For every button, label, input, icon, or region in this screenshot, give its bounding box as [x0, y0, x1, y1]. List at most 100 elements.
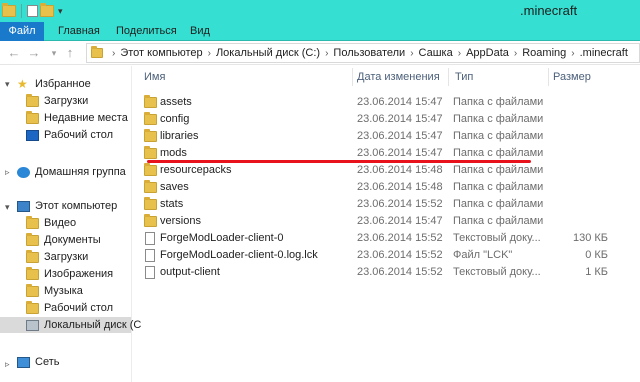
nav-pc-downloads-label: Загрузки — [44, 251, 89, 263]
folder-icon — [144, 180, 157, 193]
nav-music[interactable]: Музыка — [26, 283, 83, 299]
column-header-name[interactable]: Имя — [144, 66, 165, 88]
nav-video-label: Видео — [44, 217, 77, 229]
forward-icon[interactable]: → — [26, 45, 42, 61]
nav-pc-desktop-label: Рабочий стол — [44, 302, 114, 314]
file-size: 130 КБ — [572, 232, 608, 244]
expand-arrow-icon[interactable]: ▹ — [5, 167, 10, 178]
nav-desktop-label: Рабочий стол — [44, 129, 114, 141]
file-name: resourcepacks — [160, 164, 232, 176]
expand-arrow-icon[interactable]: ▹ — [5, 359, 10, 370]
column-divider[interactable] — [448, 68, 449, 86]
tab-home[interactable]: Главная — [58, 22, 100, 41]
file-size — [550, 162, 608, 179]
nav-video[interactable]: Видео — [26, 215, 76, 231]
chevron-right-icon[interactable]: › — [571, 48, 574, 59]
properties-icon[interactable] — [27, 5, 38, 17]
folder-icon — [144, 146, 157, 159]
file-row[interactable]: versions 23.06.2014 15:47 Папка с файлами — [140, 213, 640, 230]
recent-locations-icon[interactable]: ▾ — [46, 45, 62, 61]
breadcrumb-appdata[interactable]: AppData — [466, 47, 509, 59]
downloads-folder-icon — [26, 93, 39, 107]
nav-favorites[interactable]: ★ Избранное — [17, 76, 91, 92]
chevron-right-icon[interactable]: › — [514, 48, 517, 59]
up-icon[interactable]: ↑ — [62, 45, 78, 61]
file-size — [550, 145, 608, 162]
file-date: 23.06.2014 15:52 — [357, 266, 443, 278]
chevron-right-icon[interactable]: › — [410, 48, 413, 59]
nav-network[interactable]: Сеть — [17, 354, 59, 370]
column-header-type[interactable]: Тип — [455, 66, 473, 88]
window-title: .minecraft — [520, 3, 578, 18]
back-icon[interactable]: ← — [6, 45, 22, 61]
file-row[interactable]: saves 23.06.2014 15:48 Папка с файлами — [140, 179, 640, 196]
nav-downloads[interactable]: Загрузки — [26, 93, 88, 109]
file-type: Текстовый доку... — [453, 266, 541, 278]
chevron-right-icon[interactable]: › — [458, 48, 461, 59]
network-icon — [17, 356, 30, 368]
nav-local-disk[interactable]: Локальный диск (C — [0, 317, 141, 333]
quick-access-toolbar: ▾ — [0, 2, 63, 20]
file-row[interactable]: stats 23.06.2014 15:52 Папка с файлами — [140, 196, 640, 213]
tab-share[interactable]: Поделиться — [116, 22, 177, 41]
chevron-right-icon[interactable]: › — [325, 48, 328, 59]
column-header-size[interactable]: Размер — [553, 66, 591, 88]
breadcrumb-roaming[interactable]: Roaming — [522, 47, 566, 59]
file-date: 23.06.2014 15:47 — [357, 130, 443, 142]
expand-arrow-icon[interactable]: ▾ — [5, 202, 10, 213]
tab-view[interactable]: Вид — [190, 22, 210, 41]
file-row[interactable]: output-client 23.06.2014 15:52 Текстовый д… — [140, 264, 640, 281]
nav-documents[interactable]: Документы — [26, 232, 101, 248]
desktop-icon — [26, 129, 39, 141]
file-row[interactable]: libraries 23.06.2014 15:47 Папка с файлами — [140, 128, 640, 145]
folder-icon — [144, 163, 157, 176]
column-divider[interactable] — [352, 68, 353, 86]
documents-folder-icon — [26, 232, 39, 246]
column-divider[interactable] — [548, 68, 549, 86]
file-name: ForgeModLoader-client-0 — [160, 232, 284, 244]
nav-homegroup[interactable]: Домашняя группа — [17, 164, 126, 180]
folder-icon — [91, 46, 103, 58]
nav-homegroup-label: Домашняя группа — [35, 166, 126, 178]
chevron-right-icon[interactable]: › — [208, 48, 211, 59]
downloads-folder-icon — [26, 249, 39, 263]
address-bar[interactable]: › Этот компьютер › Локальный диск (C:) ›… — [86, 43, 640, 63]
file-type: Папка с файлами — [453, 215, 544, 227]
customize-toolbar-icon[interactable]: ▾ — [58, 6, 63, 17]
file-type: Текстовый доку... — [453, 232, 541, 244]
file-size: 1 КБ — [585, 266, 608, 278]
breadcrumb-local-disk[interactable]: Локальный диск (C:) — [216, 47, 320, 59]
file-name: versions — [160, 215, 201, 227]
file-row[interactable]: ForgeModLoader-client-0 23.06.2014 15:52 Т… — [140, 230, 640, 247]
desktop-folder-icon — [26, 300, 39, 314]
breadcrumb-user[interactable]: Сашка — [419, 47, 453, 59]
file-row[interactable]: resourcepacks 23.06.2014 15:48 Папка с фай… — [140, 162, 640, 179]
breadcrumb-users[interactable]: Пользователи — [333, 47, 405, 59]
nav-pc-desktop[interactable]: Рабочий стол — [26, 300, 113, 316]
nav-pictures[interactable]: Изображения — [26, 266, 113, 282]
file-date: 23.06.2014 15:48 — [357, 164, 443, 176]
navigation-bar: ← → ▾ ↑ › Этот компьютер › Локальный дис… — [0, 41, 640, 65]
new-folder-icon[interactable] — [40, 3, 54, 17]
expand-arrow-icon[interactable]: ▾ — [5, 79, 10, 90]
nav-documents-label: Документы — [44, 234, 101, 246]
file-row[interactable]: assets 23.06.2014 15:47 Папка с файлами — [140, 94, 640, 111]
file-type: Папка с файлами — [453, 181, 544, 193]
column-header-date[interactable]: Дата изменения — [357, 66, 440, 88]
file-icon — [145, 232, 155, 245]
nav-this-pc-label: Этот компьютер — [35, 200, 118, 212]
file-row[interactable]: ForgeModLoader-client-0.log.lck 23.06.201… — [140, 247, 640, 264]
breadcrumb-minecraft[interactable]: .minecraft — [580, 47, 628, 59]
tab-file[interactable]: Файл — [0, 22, 44, 41]
file-type: Файл "LCK" — [453, 249, 513, 261]
nav-pc-downloads[interactable]: Загрузки — [26, 249, 88, 265]
file-type: Папка с файлами — [453, 164, 544, 176]
nav-desktop[interactable]: Рабочий стол — [26, 127, 113, 143]
file-row[interactable]: config 23.06.2014 15:47 Папка с файлами — [140, 111, 640, 128]
nav-this-pc[interactable]: Этот компьютер — [17, 198, 117, 214]
folder-icon[interactable] — [2, 3, 16, 17]
nav-recent-places[interactable]: Недавние места — [26, 110, 128, 126]
breadcrumb-this-pc[interactable]: Этот компьютер — [120, 47, 202, 59]
star-icon: ★ — [17, 76, 28, 91]
chevron-right-icon: › — [112, 47, 116, 59]
